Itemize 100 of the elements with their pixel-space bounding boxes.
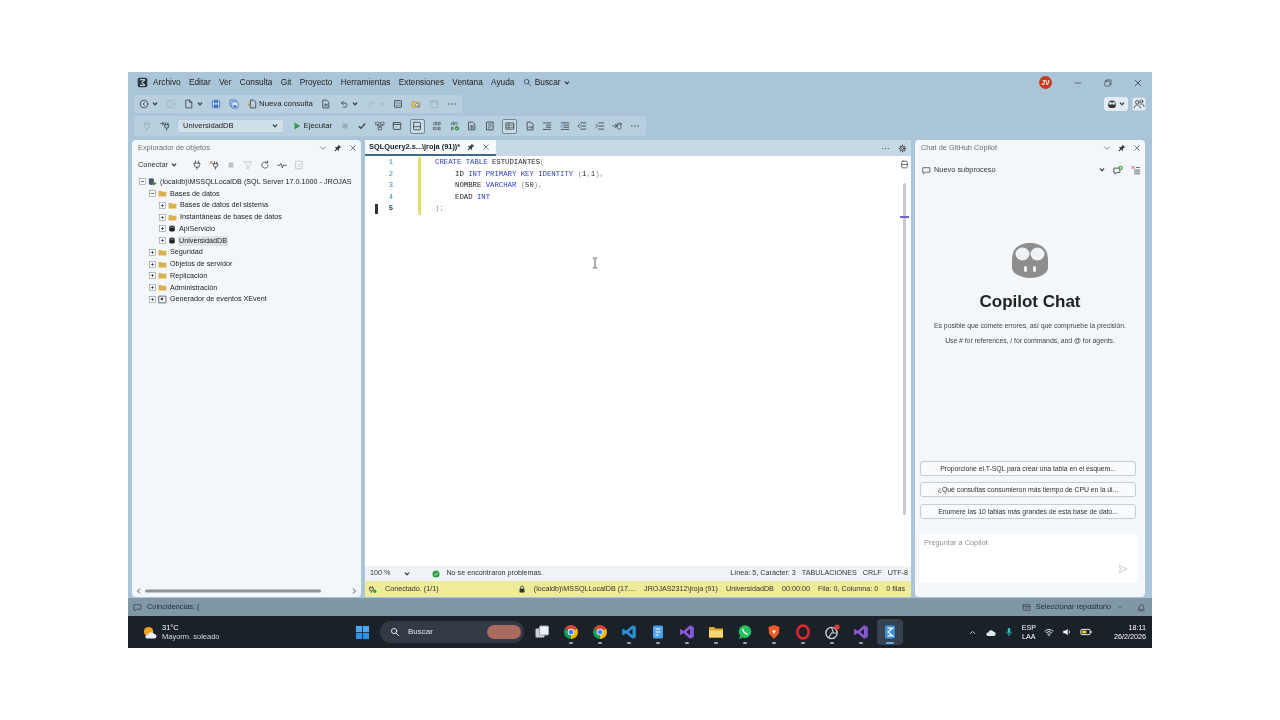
checklist-icon[interactable] — [392, 98, 403, 109]
diagram-icon[interactable] — [374, 121, 385, 131]
settings-icon[interactable] — [898, 143, 907, 153]
collapse-icon[interactable] — [139, 178, 146, 186]
microphone-icon[interactable] — [1003, 627, 1014, 637]
expand-icon[interactable] — [149, 295, 156, 303]
bell-icon[interactable] — [1137, 602, 1146, 612]
search-icon — [390, 627, 400, 637]
undo-button[interactable] — [338, 98, 358, 109]
bits-check-icon[interactable] — [449, 121, 460, 131]
search-menu[interactable]: Buscar — [522, 77, 570, 88]
database-icon — [168, 224, 176, 234]
expand-icon[interactable] — [149, 260, 156, 268]
indent-icon[interactable] — [594, 121, 605, 131]
align-lines-icon[interactable] — [542, 121, 553, 131]
page-grid-icon[interactable] — [467, 121, 478, 131]
save-all-icon[interactable] — [229, 98, 239, 109]
chevron-down-icon[interactable] — [1103, 144, 1111, 152]
aperture-icon — [824, 624, 840, 640]
goggles-face-icon — [1107, 98, 1117, 109]
chevron-up-icon — [1116, 603, 1124, 611]
toggle-button[interactable] — [409, 118, 425, 134]
pin-icon[interactable] — [467, 143, 476, 151]
plug-arrow-icon[interactable] — [159, 121, 170, 131]
hourglass-tile-icon — [882, 624, 898, 640]
search-box[interactable]: Buscar — [380, 621, 524, 643]
refresh-icon[interactable] — [260, 160, 270, 170]
pulse-icon[interactable] — [277, 160, 287, 170]
people-icon[interactable] — [1132, 96, 1146, 111]
clear-list-icon[interactable] — [1131, 165, 1141, 175]
wifi-icon[interactable] — [1044, 627, 1054, 637]
menu-item[interactable]: Herramientas — [340, 77, 391, 88]
picture-placeholder — [487, 625, 521, 639]
taskbar-button[interactable] — [877, 619, 903, 645]
window-icon[interactable] — [392, 121, 403, 131]
menu-item[interactable]: Consulta — [239, 77, 273, 88]
chat-plus-icon[interactable] — [1113, 165, 1123, 175]
ribbon-icon — [621, 624, 637, 640]
ribbon-icon — [853, 624, 869, 640]
close-icon[interactable] — [482, 143, 491, 151]
pin-icon[interactable] — [334, 144, 342, 152]
new-file-button[interactable] — [184, 98, 203, 109]
menu-item[interactable]: Proyecto — [299, 77, 333, 88]
split-icon[interactable] — [900, 160, 909, 169]
panel-icon — [412, 121, 423, 131]
new-query-icon — [247, 98, 257, 109]
pin-icon[interactable] — [1118, 144, 1126, 152]
plug-icon — [368, 584, 377, 594]
text-cursor-icon — [592, 257, 598, 269]
database-icon — [168, 236, 176, 246]
check-circle-icon — [432, 569, 441, 578]
page-arrow-icon[interactable] — [524, 121, 535, 131]
battery-icon[interactable] — [1080, 626, 1092, 638]
sun-cloud-icon — [142, 624, 157, 640]
menu-item[interactable]: Archivo — [153, 77, 181, 88]
menu-item[interactable]: Ver — [218, 77, 232, 88]
comment-lines-icon[interactable] — [559, 121, 570, 131]
comment-icon — [133, 602, 142, 612]
shield-icon — [766, 624, 782, 640]
chevron-down-icon[interactable] — [319, 144, 327, 152]
scrollbar[interactable] — [136, 587, 357, 595]
folder-icon — [708, 624, 724, 640]
menu-item[interactable]: Editar — [188, 77, 211, 88]
table-icon — [504, 121, 515, 131]
toggle-button[interactable] — [502, 118, 518, 134]
menu-item[interactable]: Extensiones — [398, 77, 445, 88]
expand-icon[interactable] — [159, 201, 166, 209]
plug-cross-icon[interactable] — [209, 160, 219, 170]
plug-icon[interactable] — [192, 160, 202, 170]
ribbon-icon — [679, 624, 695, 640]
collapse-icon[interactable] — [149, 190, 156, 198]
back-icon — [139, 98, 149, 109]
close-icon[interactable] — [1133, 144, 1141, 152]
page-lines-icon[interactable] — [484, 121, 495, 131]
document-icon[interactable] — [320, 98, 331, 109]
menu-item[interactable]: Ventana — [452, 77, 483, 88]
outdent-icon[interactable] — [577, 121, 588, 131]
chat-heading: Copilot Chat — [978, 292, 1082, 312]
four-squares-icon — [354, 624, 370, 640]
expand-icon[interactable] — [149, 284, 156, 292]
assistant-button[interactable] — [1104, 96, 1128, 111]
save-icon[interactable] — [211, 98, 221, 109]
chat-bubble-icon — [737, 624, 753, 640]
back-button[interactable] — [139, 98, 158, 109]
close-icon[interactable] — [1133, 77, 1143, 88]
expand-icon[interactable] — [149, 248, 156, 256]
expand-icon[interactable] — [159, 213, 166, 221]
restore-icon[interactable] — [1103, 77, 1113, 88]
bits-icon[interactable] — [432, 121, 443, 131]
menu-item[interactable]: Git — [280, 77, 292, 88]
undo-icon — [338, 98, 349, 109]
menu-item[interactable]: Ayuda — [491, 77, 515, 88]
expand-icon[interactable] — [149, 272, 156, 280]
expand-icon[interactable] — [159, 225, 166, 233]
checkmark-icon[interactable] — [357, 121, 368, 131]
close-icon[interactable] — [349, 144, 357, 152]
arrow-cylinder-icon[interactable] — [612, 121, 623, 131]
expand-icon[interactable] — [159, 237, 166, 245]
app-icon — [137, 77, 148, 88]
speaker-icon[interactable] — [1062, 627, 1072, 637]
